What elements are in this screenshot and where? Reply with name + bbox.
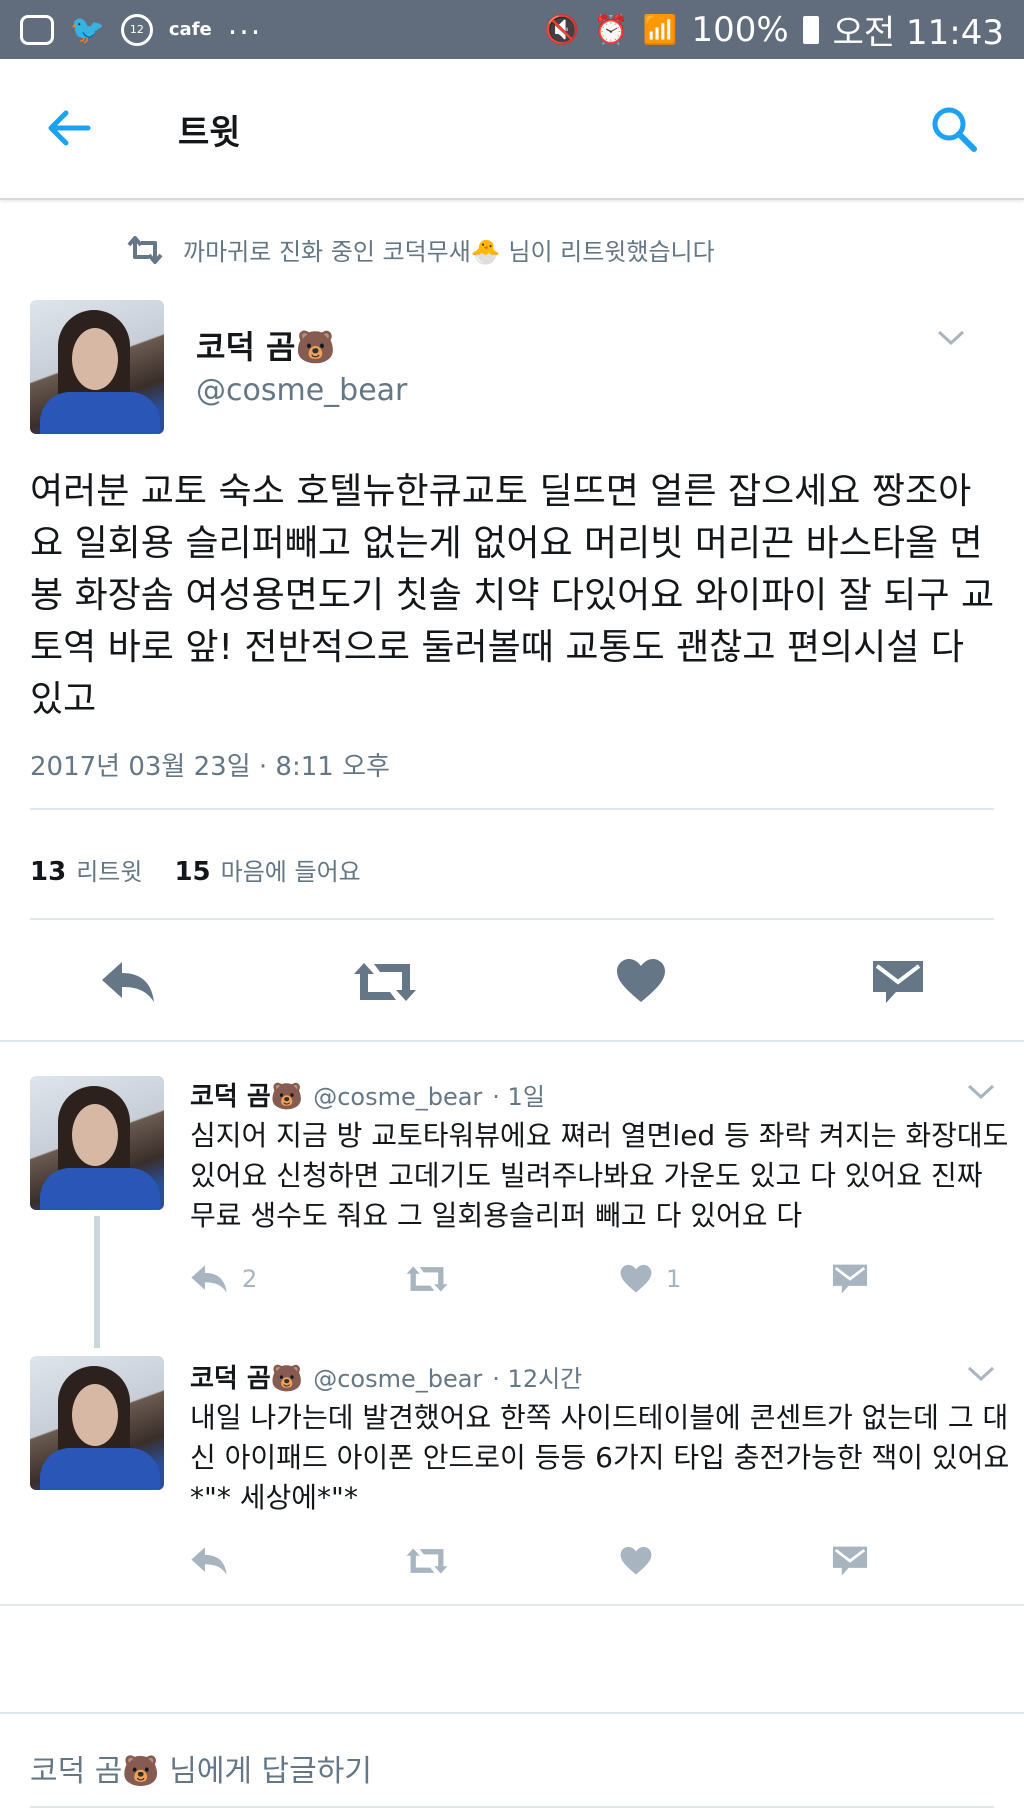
reply-text: 내일 나가는데 발견했어요 한쪽 사이드테이블에 콘센트가 없는데 그 대신 아… bbox=[190, 1401, 1010, 1514]
reply-action[interactable]: 2 bbox=[190, 1264, 257, 1294]
reply-header: 코덕 곰🐻 @cosme_bear · 12시간 bbox=[190, 1358, 582, 1395]
reply-time: · 12시간 bbox=[492, 1365, 583, 1393]
retweet-icon bbox=[406, 1266, 448, 1292]
retweet-banner[interactable]: 까마귀로 진화 중인 코덕무새🐣 님이 리트윗했습니다 bbox=[125, 232, 715, 267]
reply-text: 심지어 지금 방 교토타워뷰에요 쪄러 열면led 등 좌락 켜지는 화장대도 … bbox=[190, 1119, 1009, 1232]
like-stat[interactable]: 15 마음에 들어요 bbox=[174, 852, 360, 887]
tweet-stats: 13 리트윗 15 마음에 들어요 bbox=[30, 852, 361, 887]
reply-time: · 1일 bbox=[492, 1083, 545, 1111]
alarm-icon: ⏰ bbox=[593, 13, 629, 46]
direct-message-icon bbox=[832, 1546, 868, 1576]
divider bbox=[0, 1604, 1024, 1606]
dm-action[interactable] bbox=[832, 1546, 868, 1576]
reply-avatar[interactable] bbox=[30, 1356, 164, 1490]
direct-message-icon[interactable] bbox=[872, 960, 924, 1004]
battery-percent: 100% bbox=[691, 9, 789, 50]
reply-icon bbox=[191, 1265, 227, 1293]
author-name[interactable]: 코덕 곰🐻 bbox=[196, 322, 335, 368]
search-icon[interactable] bbox=[930, 105, 978, 153]
retweet-banner-text: 까마귀로 진화 중인 코덕무새🐣 님이 리트윗했습니다 bbox=[183, 238, 715, 266]
tweet-timestamp: 2017년 03월 23일 · 8:11 오후 bbox=[30, 752, 390, 782]
reply-avatar[interactable] bbox=[30, 1076, 164, 1210]
thread-connector bbox=[94, 1216, 100, 1348]
reply-count: 2 bbox=[242, 1265, 258, 1293]
wifi-icon: 📶 bbox=[642, 13, 678, 46]
direct-message-icon bbox=[832, 1264, 868, 1294]
back-arrow-icon[interactable] bbox=[44, 103, 94, 153]
retweet-icon[interactable] bbox=[350, 960, 420, 1004]
heart-icon bbox=[620, 1264, 652, 1293]
retweet-icon bbox=[406, 1548, 448, 1574]
like-count: 15 bbox=[174, 857, 211, 887]
retweet-label: 리트윗 bbox=[76, 858, 143, 886]
like-action[interactable]: 1 bbox=[620, 1264, 681, 1294]
app-notification-icon bbox=[20, 14, 54, 45]
reply-header: 코덕 곰🐻 @cosme_bear · 1일 bbox=[190, 1076, 545, 1113]
like-count: 1 bbox=[666, 1265, 682, 1293]
app-bar: 트윗 bbox=[0, 59, 1024, 200]
heart-icon bbox=[620, 1546, 652, 1575]
page-title: 트윗 bbox=[178, 113, 241, 153]
more-notifications: ... bbox=[227, 7, 263, 42]
retweet-icon bbox=[127, 235, 163, 264]
retweet-count: 13 bbox=[30, 857, 67, 887]
like-label: 마음에 들어요 bbox=[220, 858, 361, 886]
badge-text: 12 bbox=[129, 23, 144, 36]
dm-action[interactable] bbox=[832, 1264, 868, 1294]
status-bar: 🐦 12 cafe ... 🔇 ⏰ 📶 100% 오전 11:43 bbox=[0, 0, 1024, 59]
reply-author-name[interactable]: 코덕 곰🐻 bbox=[190, 1358, 303, 1395]
cafe-notification-text: cafe bbox=[168, 19, 212, 40]
reply-icon bbox=[191, 1547, 227, 1575]
reply-author-name[interactable]: 코덕 곰🐻 bbox=[190, 1076, 303, 1113]
reply-author-handle[interactable]: @cosme_bear bbox=[313, 1083, 482, 1111]
chevron-down-icon[interactable] bbox=[966, 1364, 996, 1384]
tweet-text: 여러분 교토 숙소 호텔뉴한큐교토 딜뜨면 얼른 잡으세요 짱조아요 일회용 슬… bbox=[30, 471, 995, 720]
retweet-action[interactable] bbox=[404, 1264, 450, 1294]
heart-icon[interactable] bbox=[616, 958, 666, 1004]
compose-underline bbox=[30, 1806, 994, 1808]
chevron-down-icon[interactable] bbox=[936, 328, 966, 348]
clock: 오전 11:43 bbox=[832, 13, 1004, 53]
divider bbox=[0, 1040, 1024, 1042]
reply-action[interactable] bbox=[190, 1546, 242, 1576]
retweet-stat[interactable]: 13 리트윗 bbox=[30, 852, 142, 887]
badge-notification-icon: 12 bbox=[120, 13, 153, 46]
divider bbox=[30, 918, 994, 920]
mute-icon: 🔇 bbox=[544, 13, 580, 46]
reply-icon[interactable] bbox=[100, 960, 156, 1004]
battery-icon bbox=[802, 15, 819, 44]
twitter-notification-icon: 🐦 bbox=[70, 12, 105, 46]
like-action[interactable] bbox=[620, 1546, 666, 1576]
author-handle[interactable]: @cosme_bear bbox=[196, 373, 407, 408]
divider bbox=[30, 808, 994, 810]
divider bbox=[0, 1712, 1024, 1714]
avatar[interactable] bbox=[30, 300, 164, 434]
reply-compose-field[interactable]: 코덕 곰🐻 님에게 답글하기 bbox=[30, 1746, 372, 1790]
retweet-action[interactable] bbox=[404, 1546, 450, 1576]
chevron-down-icon[interactable] bbox=[966, 1082, 996, 1102]
reply-author-handle[interactable]: @cosme_bear bbox=[313, 1365, 482, 1393]
